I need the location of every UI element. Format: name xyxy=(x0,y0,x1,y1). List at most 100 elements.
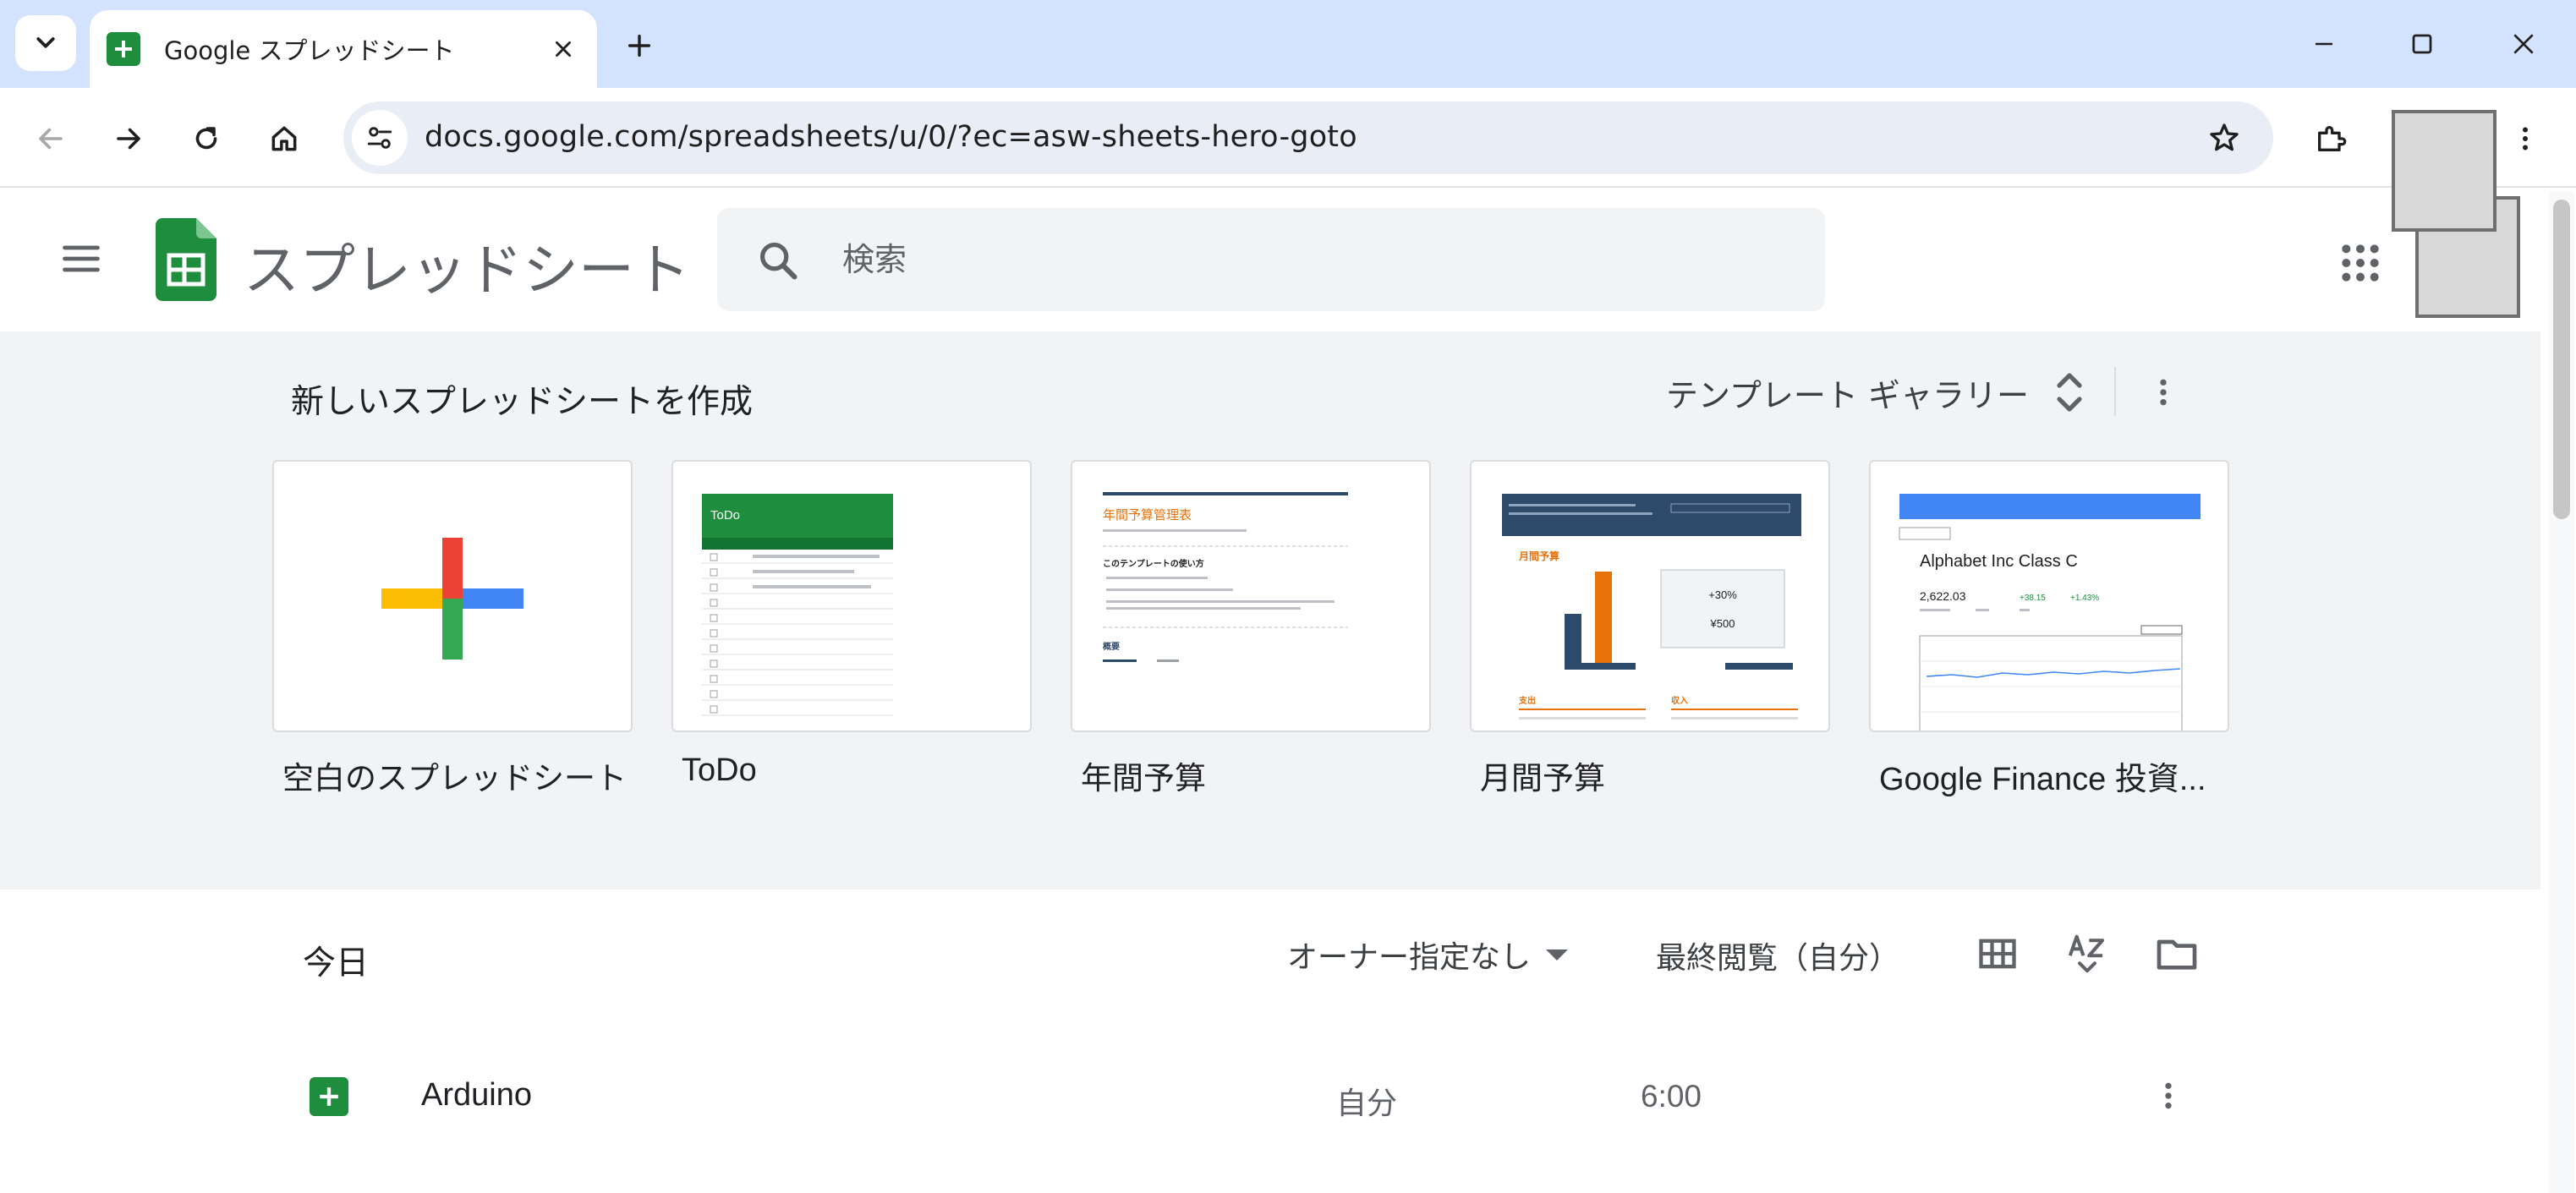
template-label: Google Finance 投資... xyxy=(1879,762,2206,797)
more-vertical-icon xyxy=(2160,379,2167,406)
browser-toolbar: docs.google.com/spreadsheets/u/0/?ec=asw… xyxy=(0,88,2576,188)
address-bar[interactable]: docs.google.com/spreadsheets/u/0/?ec=asw… xyxy=(343,101,2273,174)
monthly-thumb-amount: ¥500 xyxy=(1710,617,1735,630)
extensions-button[interactable] xyxy=(2305,113,2356,164)
monthly-thumb-expense: 支出 xyxy=(1518,695,1536,706)
more-vertical-icon xyxy=(2165,1082,2172,1109)
folder-icon xyxy=(2157,939,2197,970)
profile-avatar[interactable] xyxy=(2392,110,2497,232)
forward-button[interactable] xyxy=(103,113,154,164)
file-last-opened: 6:00 xyxy=(1641,1079,1702,1114)
plus-icon xyxy=(628,34,651,57)
template-finance-card[interactable]: Alphabet Inc Class C 2,622.03 +38.15 +1.… xyxy=(1869,460,2229,732)
file-picker-button[interactable] xyxy=(2150,927,2204,981)
sheets-file-icon xyxy=(310,1077,348,1116)
browser-tab-active[interactable]: Google スプレッドシート xyxy=(90,10,597,88)
window-maximize-button[interactable] xyxy=(2397,19,2447,69)
app-title: スプレッドシート xyxy=(244,238,690,303)
window-close-button[interactable] xyxy=(2498,19,2549,69)
caret-down-icon xyxy=(1546,949,1569,960)
finance-thumb-change: +38.15 xyxy=(2020,594,2046,603)
chevron-down-icon xyxy=(36,37,55,48)
sheets-logo-icon[interactable] xyxy=(156,218,216,301)
more-vertical-icon xyxy=(2523,127,2528,150)
todo-thumb-title: ToDo xyxy=(710,508,740,523)
hamburger-menu-icon xyxy=(63,245,100,272)
star-icon xyxy=(2210,123,2239,151)
annual-thumb-howto: このテンプレートの使い方 xyxy=(1103,558,1204,569)
unfold-icon xyxy=(2057,373,2082,412)
recent-files-header: 今日 オーナー指定なし 最終閲覧（自分） xyxy=(0,889,2540,1042)
template-blank-card[interactable] xyxy=(272,460,633,732)
reload-icon xyxy=(195,127,217,150)
template-gallery-button[interactable]: テンプレート ギャラリー xyxy=(1658,362,2095,423)
arrow-right-icon xyxy=(117,128,140,150)
home-button[interactable] xyxy=(259,113,310,164)
template-label: 月間予算 xyxy=(1480,760,1605,796)
google-apps-icon[interactable] xyxy=(2339,242,2381,284)
template-label: ToDo xyxy=(682,752,757,788)
recent-section-label: 今日 xyxy=(303,944,370,982)
annual-thumb-summary: 概要 xyxy=(1103,641,1120,652)
file-name[interactable]: Arduino xyxy=(421,1077,532,1114)
file-owner: 自分 xyxy=(1336,1086,1398,1121)
file-more-options-button[interactable] xyxy=(2145,1072,2192,1119)
grid-view-icon xyxy=(1979,939,2016,969)
back-button[interactable] xyxy=(25,113,76,164)
arrow-left-icon xyxy=(39,128,63,150)
scrollbar-thumb[interactable] xyxy=(2553,200,2570,519)
annual-budget-thumbnail: 年間予算管理表 このテンプレートの使い方 概要 xyxy=(1103,492,1348,662)
home-icon xyxy=(271,126,297,151)
template-section: 新しいスプレッドシートを作成 テンプレート ギャラリー 空白のスプレッドシート … xyxy=(0,331,2540,889)
template-annual-budget-card[interactable]: 年間予算管理表 このテンプレートの使い方 概要 xyxy=(1071,460,1431,732)
browser-menu-button[interactable] xyxy=(2500,113,2551,164)
tune-icon xyxy=(367,127,392,149)
tab-close-button[interactable] xyxy=(545,30,582,68)
todo-thumbnail: ToDo xyxy=(702,494,893,716)
sort-last-viewed-button[interactable]: 最終閲覧（自分） xyxy=(1656,933,1899,977)
close-icon xyxy=(556,41,571,57)
search-icon[interactable] xyxy=(756,238,800,282)
template-label: 年間予算 xyxy=(1081,760,1206,796)
owner-filter-dropdown[interactable]: オーナー指定なし xyxy=(1287,925,1569,984)
owner-filter-label: オーナー指定なし xyxy=(1287,940,1532,975)
sort-az-button[interactable] xyxy=(2060,927,2114,981)
new-tab-button[interactable] xyxy=(619,25,660,66)
finance-thumb-price: 2,622.03 xyxy=(1920,589,1966,603)
template-gallery-label: テンプレート ギャラリー xyxy=(1666,376,2029,414)
template-more-button[interactable] xyxy=(2140,369,2187,416)
tab-search-button[interactable] xyxy=(15,15,76,71)
template-todo-card[interactable]: ToDo xyxy=(671,460,1032,732)
search-input[interactable] xyxy=(842,232,1773,287)
url-text[interactable]: docs.google.com/spreadsheets/u/0/?ec=asw… xyxy=(425,120,1357,154)
file-row[interactable]: Arduino 自分 6:00 xyxy=(0,1042,2540,1152)
plus-multicolor-icon xyxy=(381,538,523,659)
main-menu-button[interactable] xyxy=(54,232,108,286)
bookmark-button[interactable] xyxy=(2201,114,2248,161)
finance-thumb-pct: +1.43% xyxy=(2070,594,2099,603)
sheets-app-bar: スプレッドシート xyxy=(0,189,2576,331)
template-monthly-budget-card[interactable]: 月間予算 +30% ¥500 支出 収入 xyxy=(1470,460,1830,732)
template-section-heading: 新しいスプレッドシートを作成 xyxy=(291,383,754,421)
sort-az-icon xyxy=(2068,934,2105,973)
site-info-button[interactable] xyxy=(352,110,408,166)
maximize-icon xyxy=(2412,34,2432,54)
monthly-budget-thumbnail: 月間予算 +30% ¥500 支出 収入 xyxy=(1502,494,1801,720)
reload-button[interactable] xyxy=(181,113,232,164)
minimize-icon xyxy=(2316,42,2332,46)
sheets-favicon-icon xyxy=(107,32,140,66)
monthly-thumb-income: 収入 xyxy=(1671,696,1688,706)
divider xyxy=(2114,367,2116,416)
page-scrollbar[interactable] xyxy=(2549,191,2574,1193)
close-icon xyxy=(2513,34,2534,54)
finance-thumbnail: Alphabet Inc Class C 2,622.03 +38.15 +1.… xyxy=(1899,494,2201,731)
window-minimize-button[interactable] xyxy=(2299,19,2349,69)
template-label: 空白のスプレッドシート xyxy=(282,760,627,796)
grid-view-button[interactable] xyxy=(1970,927,2025,981)
puzzle-icon xyxy=(2318,126,2347,151)
finance-thumb-name: Alphabet Inc Class C xyxy=(1920,552,2078,571)
search-bar[interactable] xyxy=(717,208,1825,311)
tab-title: Google スプレッドシート xyxy=(164,36,455,65)
browser-tab-strip: Google スプレッドシート xyxy=(0,0,2576,88)
annual-thumb-title: 年間予算管理表 xyxy=(1103,507,1192,523)
